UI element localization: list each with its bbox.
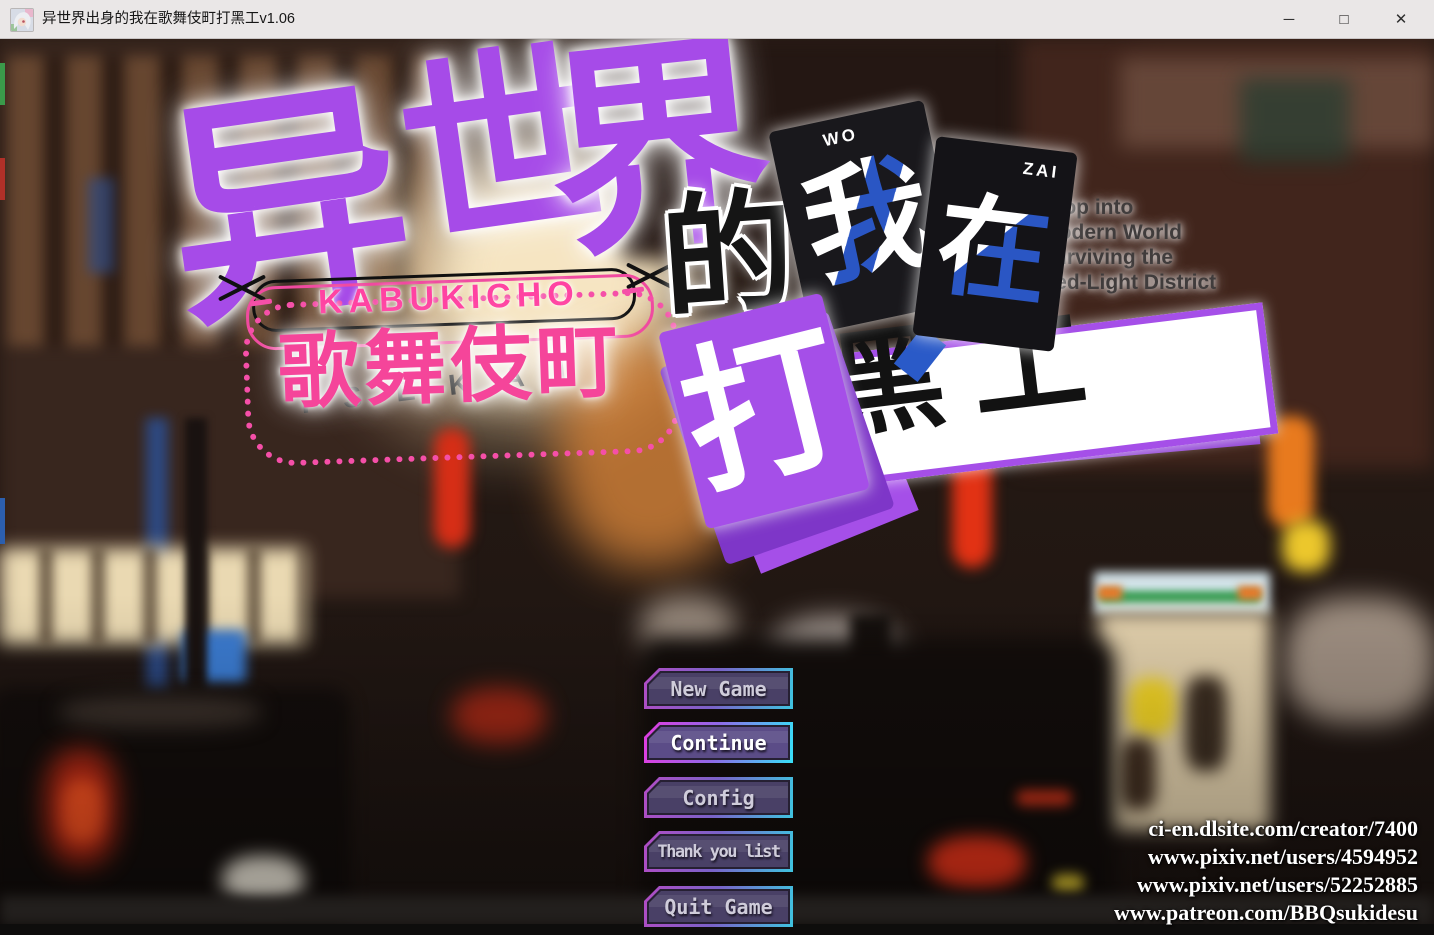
menu-button-label: Config bbox=[682, 786, 754, 810]
close-button[interactable]: ✕ bbox=[1378, 0, 1424, 38]
zai-label: ZAI bbox=[1022, 159, 1061, 183]
window-titlebar: 异世界出身的我在歌舞伎町打黑工v1.06 ─ □ ✕ bbox=[0, 0, 1434, 39]
game-viewport: 异 世 界 ISEKAI KABUKICHO 歌舞伎町 的 WO 我 ZAI bbox=[0, 38, 1434, 935]
tagline-line: Drop into bbox=[1040, 195, 1300, 220]
app-icon bbox=[10, 8, 34, 32]
link-pixiv-2: www.pixiv.net/users/52252885 bbox=[1114, 871, 1418, 899]
game-window: 异世界出身的我在歌舞伎町打黑工v1.06 ─ □ ✕ bbox=[0, 0, 1434, 935]
logo-kabukicho-cn: 歌舞伎町 bbox=[277, 320, 624, 414]
tagline-line: modern World bbox=[1040, 220, 1300, 245]
menu-button-label: Thank you list bbox=[657, 842, 779, 862]
menu-button-quit-game[interactable]: Quit Game bbox=[644, 886, 793, 927]
logo-da-char: 打 bbox=[668, 315, 860, 507]
link-dlsite: ci-en.dlsite.com/creator/7400 bbox=[1114, 815, 1418, 843]
link-patreon: www.patreon.com/BBQsukidesu bbox=[1114, 899, 1418, 927]
tagline-line: Surviving the bbox=[1040, 245, 1300, 270]
logo-zai-char: 在 bbox=[929, 178, 1057, 325]
menu-button-config[interactable]: Config bbox=[644, 777, 793, 818]
tagline-line: Red-Light District bbox=[1040, 270, 1300, 295]
maximize-button[interactable]: □ bbox=[1321, 0, 1367, 38]
window-title: 异世界出身的我在歌舞伎町打黑工v1.06 bbox=[42, 0, 295, 38]
minimize-button[interactable]: ─ bbox=[1266, 0, 1312, 38]
menu-button-label: Quit Game bbox=[664, 895, 772, 919]
logo-zai-card: ZAI 在 bbox=[912, 136, 1077, 352]
tagline: Drop into modern World Surviving the Red… bbox=[1040, 195, 1300, 295]
menu-button-thank-you-list[interactable]: Thank you list bbox=[644, 831, 793, 872]
menu-button-continue[interactable]: Continue bbox=[644, 722, 793, 763]
menu-button-label: New Game bbox=[670, 677, 766, 701]
link-pixiv-1: www.pixiv.net/users/4594952 bbox=[1114, 843, 1418, 871]
author-links: ci-en.dlsite.com/creator/7400 www.pixiv.… bbox=[1114, 815, 1418, 927]
menu-button-new-game[interactable]: New Game bbox=[644, 668, 793, 709]
menu-button-label: Continue bbox=[670, 731, 766, 755]
